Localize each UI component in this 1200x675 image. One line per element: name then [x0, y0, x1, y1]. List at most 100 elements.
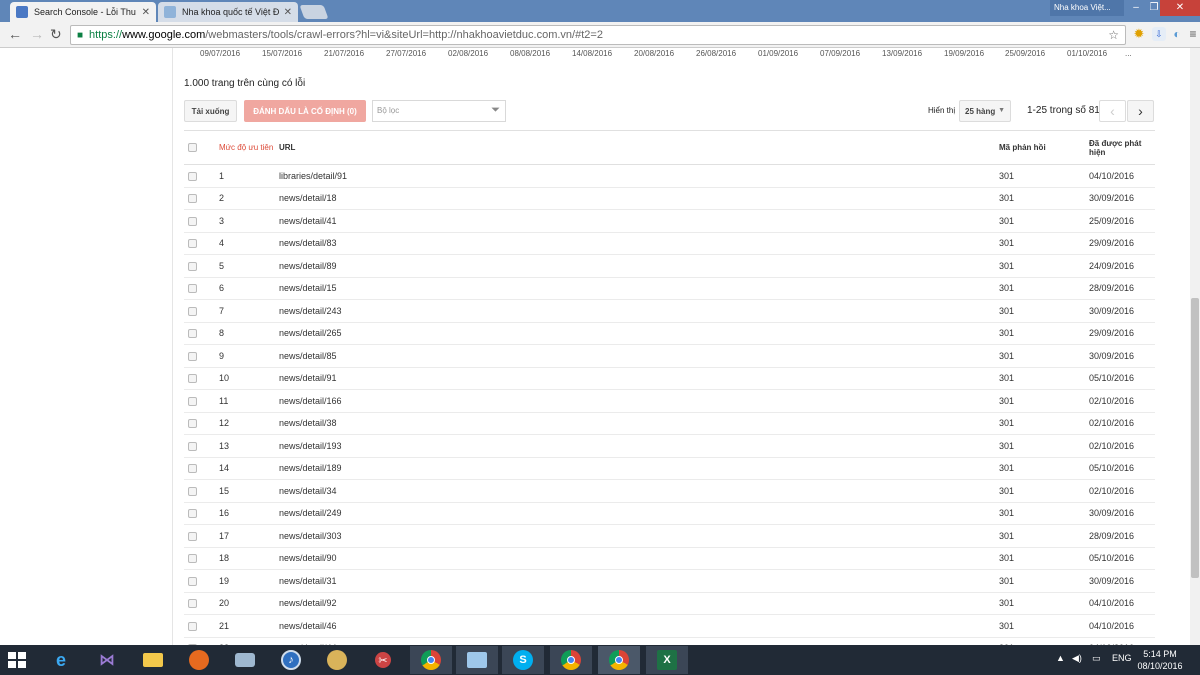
cell-url[interactable]: news/detail/38	[279, 412, 999, 435]
chrome-menu-icon[interactable]: ≡	[1186, 27, 1200, 41]
table-row[interactable]: 12 news/detail/38 301 02/10/2016	[184, 412, 1155, 435]
network-icon[interactable]: ▭	[1092, 653, 1101, 664]
previous-page-button[interactable]: ‹	[1099, 100, 1126, 122]
column-header-response-code[interactable]: Mã phản hồi	[999, 130, 1089, 165]
next-page-button[interactable]: ›	[1127, 100, 1154, 122]
table-row[interactable]: 8 news/detail/265 301 29/09/2016	[184, 322, 1155, 345]
cell-url[interactable]: news/detail/44	[279, 637, 999, 645]
row-checkbox[interactable]	[188, 329, 197, 339]
firefox-icon[interactable]	[178, 646, 220, 674]
cell-url[interactable]: news/detail/249	[279, 502, 999, 525]
chrome-icon[interactable]	[410, 646, 452, 674]
extension-settings-icon[interactable]: ✹	[1132, 27, 1146, 41]
cell-url[interactable]: news/detail/243	[279, 299, 999, 323]
cell-url[interactable]: news/detail/34	[279, 479, 999, 503]
row-checkbox[interactable]	[188, 599, 197, 609]
table-row[interactable]: 16 news/detail/249 301 30/09/2016	[184, 502, 1155, 525]
row-checkbox[interactable]	[188, 419, 197, 429]
input-language[interactable]: ENG	[1112, 653, 1132, 663]
profile-name[interactable]: Nha khoa Việt...	[1050, 0, 1124, 16]
skype-icon[interactable]: S	[502, 646, 544, 674]
cell-url[interactable]: news/detail/189	[279, 457, 999, 480]
table-row[interactable]: 11 news/detail/166 301 02/10/2016	[184, 389, 1155, 413]
page-scrollbar[interactable]	[1190, 48, 1200, 645]
cell-url[interactable]: news/detail/193	[279, 434, 999, 458]
table-row[interactable]: 1 libraries/detail/91 301 04/10/2016	[184, 164, 1155, 188]
column-header-detected[interactable]: Đã được phát hiện	[1089, 130, 1155, 165]
table-row[interactable]: 17 news/detail/303 301 28/09/2016	[184, 524, 1155, 548]
cell-url[interactable]: libraries/detail/91	[279, 164, 999, 188]
volume-icon[interactable]: ◀)	[1072, 653, 1082, 664]
paint-icon[interactable]	[316, 646, 358, 674]
table-row[interactable]: 13 news/detail/193 301 02/10/2016	[184, 434, 1155, 458]
row-checkbox[interactable]	[188, 486, 197, 496]
file-explorer-icon[interactable]	[132, 646, 174, 674]
table-row[interactable]: 19 news/detail/31 301 30/09/2016	[184, 569, 1155, 593]
show-hidden-icons-icon[interactable]: ▲	[1056, 653, 1065, 663]
row-checkbox[interactable]	[188, 171, 197, 181]
row-checkbox[interactable]	[188, 509, 197, 519]
excel-icon[interactable]: X	[646, 646, 688, 674]
filter-input[interactable]: Bộ lọc ⏷	[372, 100, 506, 122]
table-row[interactable]: 3 news/detail/41 301 25/09/2016	[184, 209, 1155, 233]
column-header-url[interactable]: URL	[279, 130, 999, 165]
table-row[interactable]: 4 news/detail/83 301 29/09/2016	[184, 232, 1155, 255]
row-checkbox[interactable]	[188, 531, 197, 541]
row-checkbox[interactable]	[188, 621, 197, 631]
table-row[interactable]: 20 news/detail/92 301 04/10/2016	[184, 592, 1155, 615]
system-clock[interactable]: 5:14 PM 08/10/2016	[1134, 648, 1186, 672]
table-row[interactable]: 14 news/detail/189 301 05/10/2016	[184, 457, 1155, 480]
extension-download-icon[interactable]: ⇩	[1152, 27, 1166, 41]
visual-studio-icon[interactable]: ⋈	[86, 646, 128, 674]
snipping-tool-icon[interactable]: ✂	[362, 646, 404, 674]
cell-url[interactable]: news/detail/85	[279, 344, 999, 368]
cell-url[interactable]: news/detail/18	[279, 187, 999, 210]
filter-funnel-icon[interactable]: ⏷	[491, 104, 500, 117]
close-tab-icon[interactable]: ✕	[284, 7, 292, 18]
close-tab-icon[interactable]: ✕	[142, 7, 150, 18]
table-row[interactable]: 22news/detail/4430104/10/2016	[184, 637, 1155, 645]
cell-url[interactable]: news/detail/46	[279, 614, 999, 638]
cell-url[interactable]: news/detail/92	[279, 592, 999, 615]
row-checkbox[interactable]	[188, 576, 197, 586]
cell-url[interactable]: news/detail/31	[279, 569, 999, 593]
chrome-profile-1-icon[interactable]	[550, 646, 592, 674]
table-row[interactable]: 5 news/detail/89 301 24/09/2016	[184, 254, 1155, 278]
rows-per-page-select[interactable]: 25 hàng ▼	[959, 100, 1011, 122]
row-checkbox[interactable]	[188, 351, 197, 361]
row-checkbox[interactable]	[188, 239, 197, 249]
row-checkbox[interactable]	[188, 284, 197, 294]
row-checkbox[interactable]	[188, 216, 197, 226]
windows-start-icon[interactable]	[8, 652, 26, 668]
internet-explorer-icon[interactable]: e	[40, 646, 82, 674]
table-row[interactable]: 10 news/detail/91 301 05/10/2016	[184, 367, 1155, 390]
back-icon[interactable]: ←	[8, 26, 22, 42]
cell-url[interactable]: news/detail/41	[279, 209, 999, 233]
cell-url[interactable]: news/detail/83	[279, 232, 999, 255]
cell-url[interactable]: news/detail/265	[279, 322, 999, 345]
cell-url[interactable]: news/detail/91	[279, 367, 999, 390]
table-row[interactable]: 15 news/detail/34 301 02/10/2016	[184, 479, 1155, 503]
row-checkbox[interactable]	[188, 261, 197, 271]
download-button[interactable]: Tải xuống	[184, 100, 237, 122]
table-row[interactable]: 7 news/detail/243 301 30/09/2016	[184, 299, 1155, 323]
chrome-profile-2-icon[interactable]	[598, 646, 640, 674]
tab-nha-khoa[interactable]: Nha khoa quốc tế Việt Đ ✕	[158, 2, 298, 22]
skype-for-business-icon[interactable]: ♪	[270, 646, 312, 674]
row-checkbox[interactable]	[188, 441, 197, 451]
table-row[interactable]: 6 news/detail/15 301 28/09/2016	[184, 277, 1155, 300]
address-bar[interactable]: ■ https://www.google.com/webmasters/tool…	[70, 25, 1126, 45]
reload-icon[interactable]: ↻	[50, 26, 62, 43]
row-checkbox[interactable]	[188, 306, 197, 316]
table-row[interactable]: 9 news/detail/85 301 30/09/2016	[184, 344, 1155, 368]
forward-icon[interactable]: →	[30, 26, 44, 42]
tab-search-console[interactable]: Search Console - Lỗi Thu ✕	[10, 2, 156, 22]
scrollbar-thumb[interactable]	[1191, 298, 1199, 578]
row-checkbox[interactable]	[188, 396, 197, 406]
row-checkbox[interactable]	[188, 194, 197, 204]
table-row[interactable]: 2 news/detail/18 301 30/09/2016	[184, 187, 1155, 210]
table-row[interactable]: 18 news/detail/90 301 05/10/2016	[184, 547, 1155, 570]
notepad-icon[interactable]	[456, 646, 498, 674]
row-checkbox[interactable]	[188, 464, 197, 474]
cell-url[interactable]: news/detail/89	[279, 254, 999, 278]
